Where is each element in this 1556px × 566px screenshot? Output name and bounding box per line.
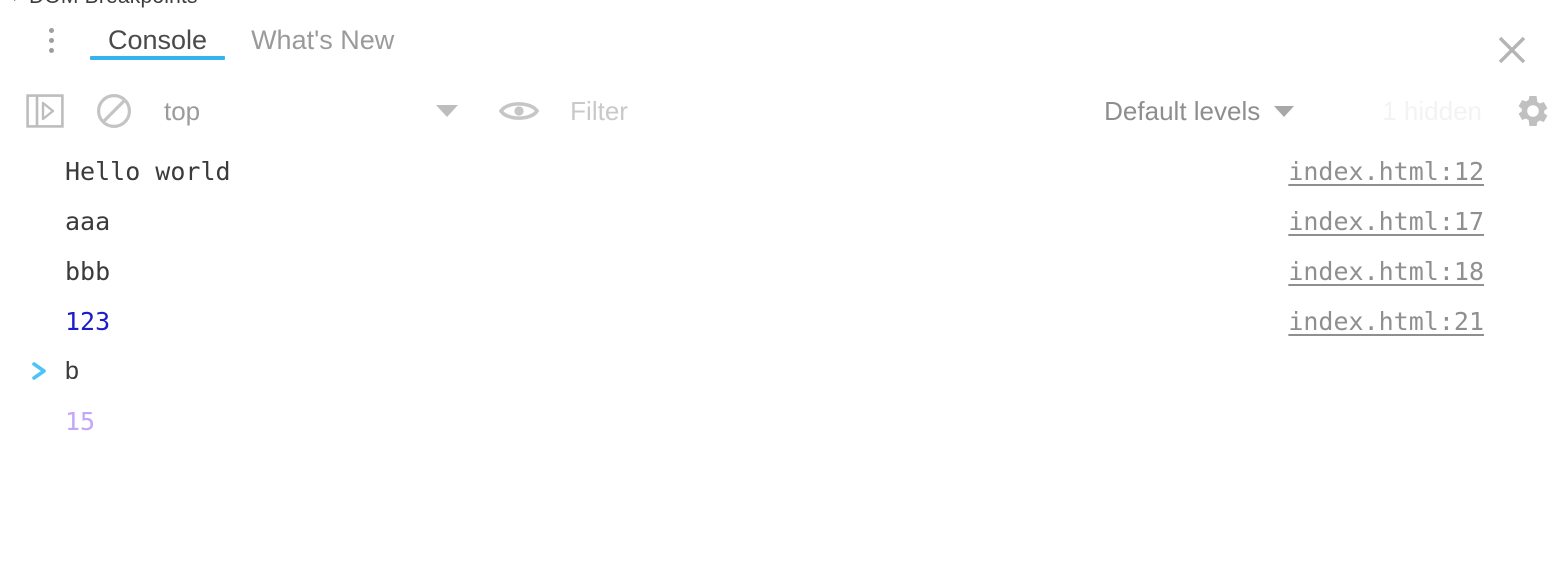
console-message-row[interactable]: 123 index.html:21: [0, 296, 1556, 346]
gear-icon[interactable]: [1510, 89, 1556, 133]
kebab-dot: [48, 27, 54, 33]
log-levels-selector[interactable]: Default levels: [1104, 91, 1295, 131]
console-message-row[interactable]: Hello world index.html:12: [0, 146, 1556, 196]
console-message-text: bbb: [65, 256, 111, 286]
execution-context-value: top: [164, 96, 201, 126]
devtools-console-panel: DOM Breakpoints Console What's New: [0, 0, 1556, 566]
clear-console-icon[interactable]: [92, 89, 136, 133]
source-link[interactable]: index.html:21: [1288, 296, 1484, 346]
filter-input[interactable]: [570, 91, 833, 131]
kebab-dot: [48, 37, 54, 43]
chevron-down-icon: [436, 105, 459, 117]
dom-breakpoints-section-header[interactable]: DOM Breakpoints: [0, 0, 1556, 8]
console-message-row[interactable]: bbb index.html:18: [0, 246, 1556, 296]
tab-console[interactable]: Console: [86, 10, 229, 66]
console-result-value: 15: [65, 406, 96, 436]
console-result-row[interactable]: 15: [0, 396, 1556, 446]
dom-breakpoints-title: DOM Breakpoints: [29, 0, 198, 8]
live-expression-icon[interactable]: [496, 91, 542, 131]
console-message-list[interactable]: Hello world index.html:12 aaa index.html…: [0, 146, 1556, 566]
log-levels-label: Default levels: [1104, 96, 1261, 126]
more-options-icon[interactable]: [28, 10, 74, 66]
console-message-text: 123: [65, 306, 111, 336]
source-link[interactable]: index.html:18: [1288, 246, 1484, 296]
kebab-dot: [48, 47, 54, 53]
tab-whats-new[interactable]: What's New: [229, 10, 416, 66]
drawer-tabbar: Console What's New: [0, 10, 1556, 72]
show-console-sidebar-icon[interactable]: [24, 92, 66, 130]
tab-console-label: Console: [108, 25, 208, 55]
console-input-expression: b: [65, 356, 79, 385]
chevron-down-icon: [1274, 105, 1295, 117]
hidden-messages-count: 1 hidden: [1382, 96, 1482, 126]
source-link[interactable]: index.html:17: [1288, 196, 1484, 246]
console-message-text: Hello world: [65, 156, 231, 186]
console-input-row[interactable]: b: [0, 346, 1556, 396]
close-icon[interactable]: [1490, 28, 1534, 72]
console-toolbar: top Default levels 1 hidden: [0, 84, 1556, 138]
console-message-text: aaa: [65, 206, 111, 236]
tab-list: Console What's New: [86, 10, 416, 72]
triangle-right-icon[interactable]: [14, 0, 21, 1]
tab-whats-new-label: What's New: [251, 25, 395, 55]
execution-context-selector[interactable]: top: [164, 91, 462, 131]
chevron-right-icon: [28, 346, 52, 396]
source-link[interactable]: index.html:12: [1288, 146, 1484, 196]
console-message-row[interactable]: aaa index.html:17: [0, 196, 1556, 246]
